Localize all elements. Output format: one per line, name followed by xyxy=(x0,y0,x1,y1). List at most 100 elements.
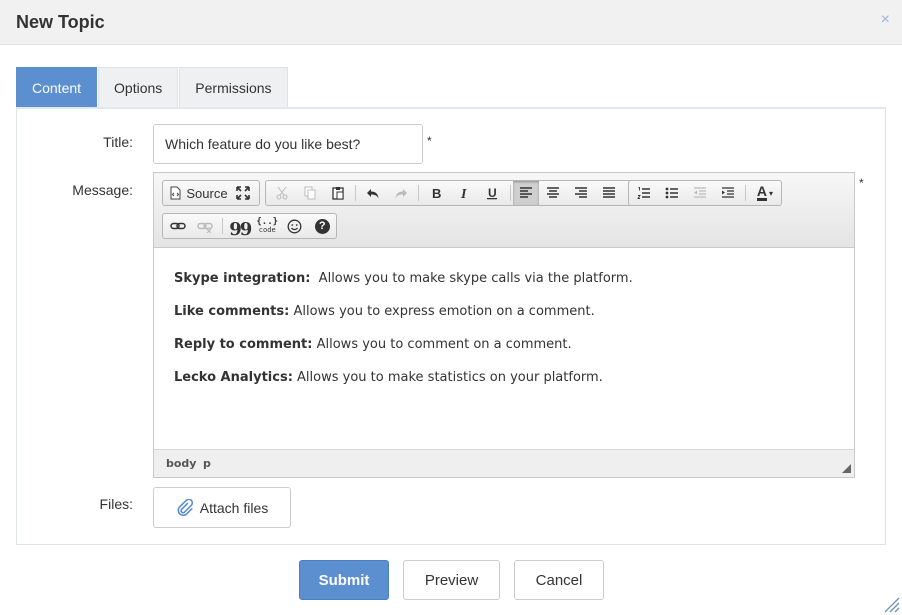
cut-icon xyxy=(276,186,288,200)
svg-text:U: U xyxy=(488,186,497,200)
link-button[interactable] xyxy=(164,214,192,238)
align-right-icon xyxy=(575,187,587,198)
justify-button[interactable] xyxy=(595,181,623,205)
editor-toolbar: Source B I U A ▾ 99 {..} code ? xyxy=(154,173,854,248)
paragraph: Like comments: Allows you to express emo… xyxy=(174,303,834,321)
bold-icon: B xyxy=(432,186,441,200)
chevron-down-icon: ▾ xyxy=(769,188,774,198)
undo-button[interactable] xyxy=(359,181,387,205)
unlink-button[interactable] xyxy=(192,214,220,238)
attach-files-button[interactable]: Attach files xyxy=(153,487,291,528)
redo-button[interactable] xyxy=(387,181,415,205)
unlink-icon xyxy=(197,222,213,233)
editor-content[interactable]: Skype integration: Allows you to make sk… xyxy=(154,248,854,448)
underline-icon: U xyxy=(487,186,497,200)
font-color-button[interactable]: A ▾ xyxy=(749,181,781,205)
italic-button[interactable]: I xyxy=(450,181,478,205)
code-snippet-button[interactable]: {..} code xyxy=(253,214,281,238)
new-topic-dialog: New Topic × Content Options Permissions … xyxy=(0,0,902,615)
underline-button[interactable]: U xyxy=(478,181,506,205)
cut-button[interactable] xyxy=(268,181,296,205)
tab-permissions[interactable]: Permissions xyxy=(179,67,288,108)
help-icon: ? xyxy=(314,218,330,234)
files-label: Files: xyxy=(99,496,133,512)
align-left-icon xyxy=(520,187,532,198)
toolbar-separator xyxy=(355,185,356,201)
paste-button[interactable] xyxy=(324,181,352,205)
toolbar-group-document: Source xyxy=(162,180,260,206)
editor-statusbar: body p xyxy=(154,449,854,477)
align-center-icon xyxy=(547,187,559,198)
font-color-icon: A xyxy=(756,183,768,201)
feature-description: Allows you to express emotion on a comme… xyxy=(289,304,595,319)
message-label: Message: xyxy=(72,182,133,198)
dialog-resize-grip[interactable] xyxy=(882,595,900,613)
rich-text-editor: Source B I U A ▾ 99 {..} code ? Skype in… xyxy=(153,172,855,478)
indent-button[interactable] xyxy=(714,181,742,205)
dialog-title: New Topic xyxy=(16,12,105,32)
source-label: Source xyxy=(186,185,228,201)
title-label: Title: xyxy=(103,134,133,150)
toolbar-separator xyxy=(745,185,746,201)
element-path-body[interactable]: body xyxy=(166,457,196,470)
blockquote-icon[interactable]: 99 xyxy=(226,214,254,240)
element-path-p[interactable]: p xyxy=(203,457,211,470)
link-icon xyxy=(170,222,186,230)
indent-icon xyxy=(722,187,734,198)
justify-icon xyxy=(603,187,615,198)
paragraph: Skype integration: Allows you to make sk… xyxy=(174,270,834,288)
italic-icon: I xyxy=(460,187,467,200)
feature-name: Reply to comment: xyxy=(174,337,313,352)
maximize-button[interactable] xyxy=(229,181,257,205)
emoji-button[interactable] xyxy=(281,214,309,238)
help-button[interactable]: ? xyxy=(308,214,336,238)
toolbar-group-edit: B I U xyxy=(265,180,657,206)
feature-name: Skype integration: xyxy=(174,271,311,286)
title-input[interactable] xyxy=(153,124,423,164)
toolbar-separator xyxy=(418,185,419,201)
bulleted-list-button[interactable] xyxy=(658,181,686,205)
paragraph: Reply to comment: Allows you to comment … xyxy=(174,336,834,354)
toolbar-separator xyxy=(510,185,511,201)
align-left-button[interactable] xyxy=(513,181,539,205)
toolbar-separator xyxy=(222,218,223,234)
align-center-button[interactable] xyxy=(539,181,567,205)
smiley-icon xyxy=(287,219,302,233)
feature-description: Allows you to comment on a comment. xyxy=(312,337,572,352)
paperclip-icon xyxy=(177,498,193,516)
svg-text:B: B xyxy=(432,186,441,200)
attach-files-label: Attach files xyxy=(199,499,269,516)
bold-button[interactable]: B xyxy=(422,181,450,205)
feature-description: Allows you to make skype calls via the p… xyxy=(310,271,633,286)
tab-options[interactable]: Options xyxy=(98,67,179,108)
close-icon[interactable]: × xyxy=(881,11,890,29)
paragraph: Lecko Analytics: Allows you to make stat… xyxy=(174,369,834,387)
outdent-icon xyxy=(694,187,706,198)
bulleted-list-icon xyxy=(665,187,678,199)
toolbar-group-insert: 99 {..} code ? xyxy=(162,213,337,240)
tab-bar: Content Options Permissions xyxy=(16,67,289,108)
outdent-button[interactable] xyxy=(686,181,714,205)
paste-icon xyxy=(332,187,344,200)
tab-content[interactable]: Content xyxy=(16,67,98,108)
editor-resize-handle[interactable] xyxy=(842,464,851,473)
source-button[interactable]: Source xyxy=(163,181,229,205)
copy-icon xyxy=(304,186,316,200)
feature-name: Like comments: xyxy=(174,304,290,319)
source-icon xyxy=(170,186,181,200)
numbered-list-button[interactable] xyxy=(630,181,658,205)
cancel-button[interactable]: Cancel xyxy=(514,560,604,600)
numbered-list-icon xyxy=(637,187,650,199)
copy-button[interactable] xyxy=(296,181,324,205)
message-required-mark: * xyxy=(859,176,864,190)
dialog-header: New Topic × xyxy=(0,0,902,45)
title-required-mark: * xyxy=(427,134,432,148)
undo-icon xyxy=(367,189,379,199)
toolbar-group-paragraph: A ▾ xyxy=(628,180,782,206)
align-right-button[interactable] xyxy=(567,181,595,205)
code-label: code xyxy=(258,226,276,234)
feature-description: Allows you to make statistics on your pl… xyxy=(292,370,603,385)
submit-button[interactable]: Submit xyxy=(299,560,389,600)
preview-button[interactable]: Preview xyxy=(403,560,500,600)
feature-name: Lecko Analytics: xyxy=(174,370,293,385)
